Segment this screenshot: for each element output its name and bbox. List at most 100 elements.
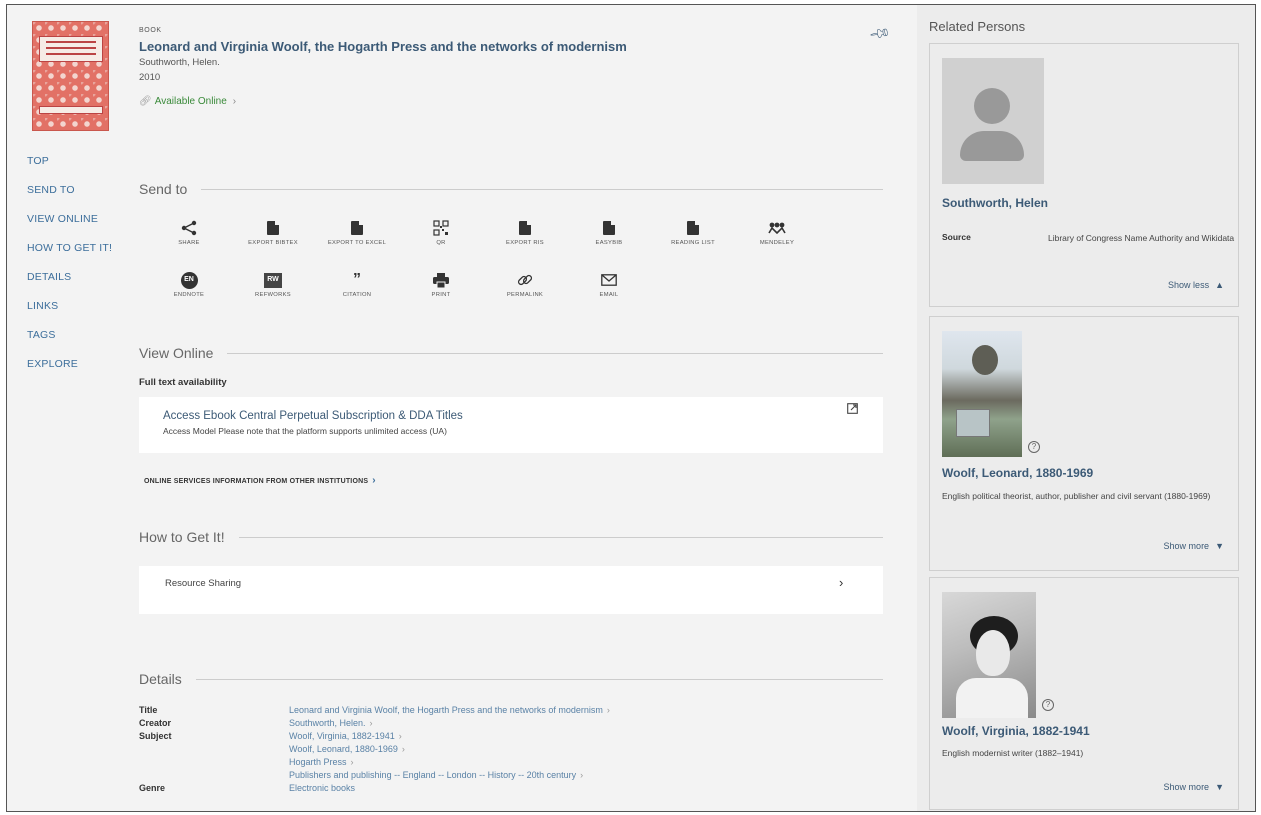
qr-label: QR — [436, 240, 446, 246]
email-button[interactable]: EMAIL — [567, 271, 651, 299]
person-placeholder-avatar — [942, 58, 1044, 184]
quote-icon: ” — [353, 271, 361, 288]
easybib-button[interactable]: EASYBIB — [567, 219, 651, 247]
permalink-button[interactable]: PERMALINK — [483, 271, 567, 299]
person-photo — [942, 592, 1036, 718]
related-persons-heading: Related Persons — [929, 19, 1026, 34]
detail-link[interactable]: Hogarth Press › — [289, 756, 583, 769]
endnote-button[interactable]: EN ENDNOTE — [147, 271, 231, 299]
person-description: English political theorist, author, publ… — [942, 491, 1211, 501]
excel-icon — [351, 219, 363, 237]
endnote-icon: EN — [180, 271, 198, 289]
external-link-icon[interactable] — [847, 403, 858, 417]
email-label: EMAIL — [599, 292, 619, 298]
qr-icon — [433, 219, 449, 237]
email-icon — [601, 271, 617, 289]
resource-type: BOOK — [139, 27, 162, 34]
nav-view-online[interactable]: VIEW ONLINE — [27, 211, 127, 240]
send-to-heading: Send to — [139, 181, 883, 197]
mendeley-icon — [768, 219, 786, 237]
details-row-title: Title Leonard and Virginia Woolf, the Ho… — [139, 704, 610, 717]
record-main: BOOK Leonard and Virginia Woolf, the Hog… — [131, 5, 911, 811]
details-table: Title Leonard and Virginia Woolf, the Ho… — [139, 704, 883, 795]
export-to-excel-label: EXPORT TO EXCEL — [327, 240, 387, 246]
detail-link[interactable]: Woolf, Leonard, 1880-1969 › — [289, 743, 583, 756]
share-button[interactable]: SHARE — [147, 219, 231, 247]
chevron-down-icon: ▼︎ — [1215, 782, 1224, 792]
detail-link[interactable]: Leonard and Virginia Woolf, the Hogarth … — [289, 704, 610, 717]
details-row-creator: Creator Southworth, Helen. › — [139, 717, 373, 730]
book-cover-thumbnail[interactable] — [32, 21, 109, 131]
refworks-button[interactable]: RW REFWORKS — [231, 271, 315, 299]
help-icon[interactable]: ? — [1042, 699, 1054, 711]
record-year: 2010 — [139, 72, 161, 83]
chevron-down-icon: ▼︎ — [1215, 541, 1224, 551]
related-persons-panel: Related Persons Southworth, Helen Source… — [917, 5, 1255, 811]
help-icon[interactable]: ? — [1028, 441, 1040, 453]
link-icon: 🔗︎ — [139, 96, 152, 107]
availability-link[interactable]: 🔗︎ Available Online › — [139, 96, 236, 107]
nav-send-to[interactable]: SEND TO — [27, 182, 127, 211]
easybib-label: EASYBIB — [595, 240, 623, 246]
resource-sharing-label: Resource Sharing — [165, 578, 242, 589]
service-title-link[interactable]: Access Ebook Central Perpetual Subscript… — [163, 410, 463, 422]
citation-label: CITATION — [342, 292, 372, 298]
document-icon — [519, 219, 531, 237]
show-more-button[interactable]: Show more ▼︎ — [1164, 541, 1224, 551]
document-icon — [603, 219, 615, 237]
source-label: Source — [942, 232, 971, 242]
record-title[interactable]: Leonard and Virginia Woolf, the Hogarth … — [139, 39, 627, 54]
nav-tags[interactable]: TAGS — [27, 327, 127, 356]
person-card: Southworth, Helen Source Library of Cong… — [929, 43, 1239, 307]
person-card: ? Woolf, Leonard, 1880-1969 English poli… — [929, 316, 1239, 571]
chevron-right-icon: › — [372, 475, 376, 486]
resource-sharing-row[interactable]: Resource Sharing › — [139, 566, 883, 614]
export-bibtex-button[interactable]: EXPORT BIBTEX — [231, 219, 315, 247]
detail-link[interactable]: Southworth, Helen. › — [289, 717, 373, 730]
service-note: Access Model Please note that the platfo… — [163, 426, 447, 436]
details-row-genre: Genre Electronic books — [139, 782, 356, 795]
availability-text: Available Online — [154, 96, 227, 107]
person-name-link[interactable]: Woolf, Virginia, 1882-1941 — [942, 724, 1090, 738]
nav-links[interactable]: LINKS — [27, 298, 127, 327]
show-more-button[interactable]: Show more ▼︎ — [1164, 782, 1224, 792]
export-ris-button[interactable]: EXPORT RIS — [483, 219, 567, 247]
chevron-up-icon: ▲︎ — [1215, 280, 1224, 290]
chevron-right-icon: › — [232, 96, 237, 107]
other-institutions-link[interactable]: ONLINE SERVICES INFORMATION FROM OTHER I… — [144, 475, 376, 486]
nav-details[interactable]: DETAILS — [27, 269, 127, 298]
qr-button[interactable]: QR — [399, 219, 483, 247]
mendeley-label: MENDELEY — [759, 240, 795, 246]
reading-list-label: READING LIST — [671, 240, 715, 246]
record-author: Southworth, Helen. — [139, 57, 220, 68]
pin-icon[interactable]: 📌︎ — [868, 21, 892, 45]
export-to-excel-button[interactable]: EXPORT TO EXCEL — [315, 219, 399, 247]
online-service-card[interactable]: Access Ebook Central Perpetual Subscript… — [139, 397, 883, 453]
export-bibtex-label: EXPORT BIBTEX — [248, 240, 298, 246]
person-name-link[interactable]: Woolf, Leonard, 1880-1969 — [942, 466, 1093, 480]
record-page: TOP SEND TO VIEW ONLINE HOW TO GET IT! D… — [6, 4, 1256, 812]
detail-link[interactable]: Publishers and publishing -- England -- … — [289, 769, 583, 782]
view-online-heading: View Online — [139, 345, 883, 361]
print-button[interactable]: PRINT — [399, 271, 483, 299]
mendeley-button[interactable]: MENDELEY — [735, 219, 819, 247]
details-row-subject: Subject Woolf, Virginia, 1882-1941 › Wool… — [139, 730, 584, 782]
details-heading: Details — [139, 671, 883, 687]
nav-how-to-get-it[interactable]: HOW TO GET IT! — [27, 240, 127, 269]
nav-top[interactable]: TOP — [27, 153, 127, 182]
reading-list-button[interactable]: READING LIST — [651, 219, 735, 247]
person-name-link[interactable]: Southworth, Helen — [942, 196, 1048, 210]
citation-button[interactable]: ” CITATION — [315, 271, 399, 299]
nav-explore[interactable]: EXPLORE — [27, 356, 127, 385]
person-card: ? Woolf, Virginia, 1882-1941 English mod… — [929, 577, 1239, 810]
person-description: English modernist writer (1882–1941) — [942, 748, 1084, 758]
detail-link[interactable]: Electronic books — [289, 782, 355, 795]
print-icon — [433, 271, 449, 289]
detail-link[interactable]: Woolf, Virginia, 1882-1941 › — [289, 730, 583, 743]
link-icon — [517, 271, 533, 289]
send-to-row-2: EN ENDNOTE RW REFWORKS ” CITATION PRINT — [147, 271, 651, 299]
print-label: PRINT — [431, 292, 451, 298]
show-less-button[interactable]: Show less ▲︎ — [1168, 280, 1224, 290]
section-nav: TOP SEND TO VIEW ONLINE HOW TO GET IT! D… — [27, 153, 127, 385]
person-photo — [942, 331, 1022, 457]
